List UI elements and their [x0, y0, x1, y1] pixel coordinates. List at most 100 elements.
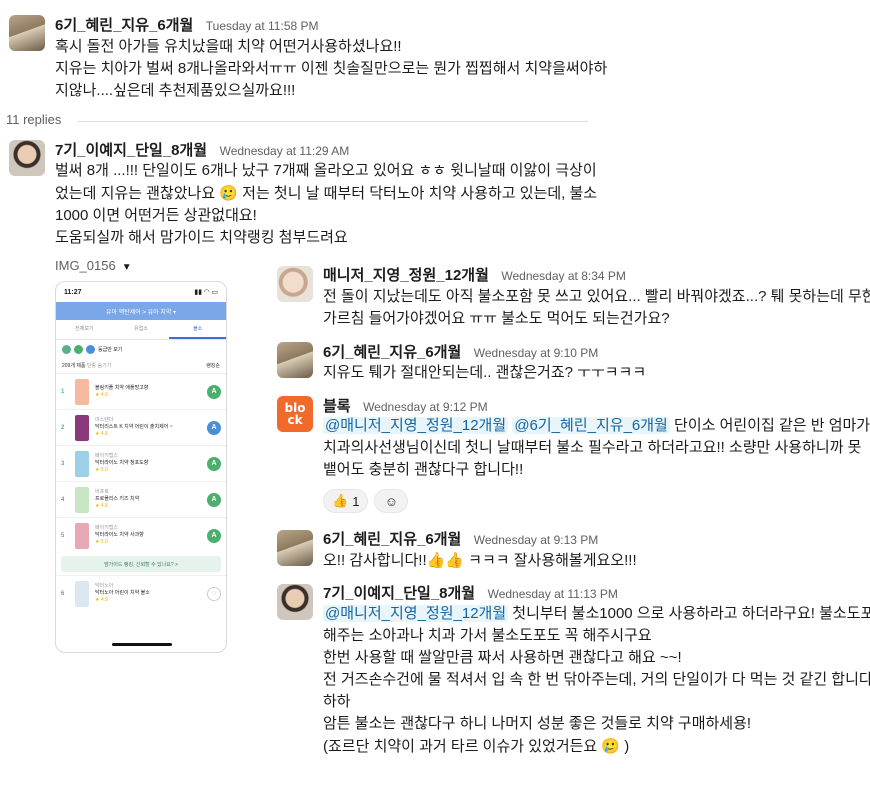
file-name[interactable]: IMG_0156 ▼ [55, 258, 132, 273]
grade-badge: A [207, 528, 221, 543]
message-line: 암튼 불소는 괜찮다구 하니 나머지 성분 좋은 것들로 치약 구매하세용! [323, 715, 752, 732]
phone-count-row: 209개 제품 단종 숨기기 랭킹순 [62, 363, 220, 369]
reactions: 👍 1 ☺ [323, 489, 409, 513]
thumbs-up-emoji: 👍 [332, 493, 349, 509]
author-name[interactable]: 7기_이예지_단일_8개월 [323, 585, 475, 602]
add-reaction-button[interactable]: ☺ [374, 489, 409, 513]
avatar[interactable] [9, 140, 45, 176]
replies-count[interactable]: 11 replies [6, 112, 61, 127]
message-header: 6기_혜린_지유_6개월 Wednesday at 9:13 PM [323, 528, 598, 549]
message-line: 었는데 지유는 괜찮았나요 🥲 저는 첫니 날 때부터 닥터노아 치약 사용하고… [55, 184, 598, 202]
grade-dot [62, 344, 71, 354]
message-text: @매니저_지영_정원_12개월 첫니부터 불소1000 으로 사용하라고 하더라… [323, 603, 870, 758]
logo-text: ck [287, 413, 303, 427]
message-line: 전 돌이 지났는데도 아직 불소포함 못 쓰고 있어요... 빨리 바꿔야겠죠.… [323, 288, 870, 305]
message-header: 7기_이예지_단일_8개월 Wednesday at 11:29 AM [55, 139, 349, 160]
phone-status-bar: 11:27 ▮▮ ◠ ▭ [56, 282, 226, 302]
message-line: 오!! 감사합니다!!👍👍 ㅋㅋㅋ 잘사용해볼게요오!!! [323, 551, 637, 569]
timestamp[interactable]: Wednesday at 11:13 PM [488, 587, 618, 601]
product-thumbnail [75, 580, 89, 607]
message-header: 6기_혜린_지유_6개월 Tuesday at 11:58 PM [55, 14, 319, 35]
timestamp[interactable]: Wednesday at 11:29 AM [220, 144, 350, 158]
grade-badge: A [207, 420, 221, 435]
phone-filter-label: 등급만 보기 [98, 346, 123, 353]
grade-badge: A [207, 384, 221, 399]
grade-dot [74, 344, 83, 354]
thumbs-up-emoji: 👍👍 [426, 551, 464, 569]
product-thumbnail [75, 486, 89, 513]
product-thumbnail [75, 414, 89, 441]
image-attachment[interactable]: 11:27 ▮▮ ◠ ▭ 유아 액탄제어 > 유아 치약 ▾ 전체보기 유럽소 … [55, 281, 227, 653]
mention[interactable]: @매니저_지영_정원_12개월 [323, 417, 509, 434]
reaction-count: 1 [352, 493, 360, 509]
phone-tab: 전체보기 [75, 326, 94, 332]
mention[interactable]: @매니저_지영_정원_12개월 [323, 605, 509, 622]
message-text: 혹시 돌전 아가들 유치났을때 치약 어떤거사용하셨나요!! 지유는 치아가 벌… [55, 36, 607, 102]
reaction-thumbs-up[interactable]: 👍 1 [323, 489, 369, 513]
product-thumbnail [75, 522, 89, 549]
message-line: @매니저_지영_정원_12개월 @6기_혜린_지유_6개월 단이소 어린이집 같… [323, 417, 870, 434]
phone-filter: 등급만 보기 [56, 340, 226, 358]
author-name[interactable]: 6기_혜린_지유_6개월 [323, 344, 461, 361]
message-text: 오!! 감사합니다!!👍👍 ㅋㅋㅋ 잘사용해볼게요오!!! [323, 549, 637, 572]
phone-tab: 불소 [169, 320, 226, 339]
add-reaction-icon: ☺ [384, 493, 399, 509]
message-line: 하하 [323, 693, 351, 710]
grade-dot [86, 344, 95, 354]
teary-smile-emoji: 🥲 [219, 184, 238, 202]
message-line: 뱉어도 충분히 괜찮다구 합니다!! [323, 461, 524, 478]
divider [78, 121, 588, 122]
phone-product-item: 6 닥터노아 닥터노아 어린이 치약 불소 ★ 4.9 ◌ [56, 575, 226, 611]
message-line: 치과의사선생님이신데 첫니 날때부터 불소 필수라고 하더라고요!! 소량만 사… [323, 439, 862, 456]
phone-tabs: 전체보기 유럽소 불소 [56, 320, 226, 340]
avatar[interactable] [277, 530, 313, 566]
message-line: 해주는 소아과나 치과 가서 불소도포도 꼭 해주시구요 [323, 627, 652, 644]
message-text: 전 돌이 지났는데도 아직 불소포함 못 쓰고 있어요... 빨리 바꿔야겠죠.… [323, 286, 870, 330]
grade-badge-icon: ◌ [207, 586, 221, 601]
avatar[interactable] [277, 342, 313, 378]
message-line: 1000 이면 어떤거든 상관없대요! [55, 207, 257, 224]
grade-badge: A [207, 492, 221, 507]
phone-product-item: 5 베이키랩스 닥터라이노 치약 사과향 ★ 5.0 A [56, 517, 226, 553]
phone-nav-title: 유아 액탄제어 > 유아 치약 ▾ [105, 309, 177, 316]
message-line: 지유는 치아가 벌써 8개나올라와서ㅠㅠ 이젠 칫솔질만으로는 뭔가 찝찝해서 … [55, 60, 608, 77]
message-text: 벌써 8개 ...!!! 단일이도 6개나 났구 7개째 올라오고 있어요 ㅎㅎ… [55, 160, 597, 249]
author-name[interactable]: 블록 [323, 398, 351, 415]
phone-product-item: 4 비프로 프로폴리스 키즈 치약 ★ 4.8 A [56, 481, 226, 517]
message-line: 도움되실까 해서 맘가이드 치약랭킹 첨부드려요 [55, 229, 348, 246]
author-name[interactable]: 매니저_지영_정원_12개월 [323, 267, 489, 284]
phone-product-item: 1 블링키플 치약 애플망고향 ★ 4.9 A [56, 373, 226, 409]
avatar[interactable] [9, 15, 45, 51]
signal-wifi-battery-icon: ▮▮ ◠ ▭ [194, 289, 218, 296]
message-text: @매니저_지영_정원_12개월 @6기_혜린_지유_6개월 단이소 어린이집 같… [323, 415, 870, 481]
message-line: 혹시 돌전 아가들 유치났을때 치약 어떤거사용하셨나요!! [55, 38, 402, 55]
phone-product-item: 3 베이키랩스 닥터라이노 치약 청포도향 ★ 5.0 A [56, 445, 226, 481]
avatar[interactable] [277, 266, 313, 302]
mention[interactable]: @6기_혜린_지유_6개월 [512, 417, 670, 434]
chevron-down-icon[interactable]: ▼ [122, 262, 132, 273]
home-indicator [112, 643, 172, 646]
author-name[interactable]: 6기_혜린_지유_6개월 [55, 17, 193, 34]
timestamp[interactable]: Tuesday at 11:58 PM [206, 19, 319, 33]
phone-tab: 유럽소 [134, 326, 148, 332]
timestamp[interactable]: Wednesday at 8:34 PM [501, 269, 626, 283]
avatar[interactable] [277, 584, 313, 620]
message-line: 한번 사용할 때 쌀알만큼 짜서 사용하면 괜찮다고 해요 ~~! [323, 649, 682, 666]
phone-product-list: 1 블링키플 치약 애플망고향 ★ 4.9 A 2 미스텐더 닥터리스트 K 치약 어린이 … [56, 373, 226, 553]
product-thumbnail [75, 450, 89, 477]
message-line: 지유도 퉤가 절대안되는데.. 괜찮은거죠? ㅜㅜㅋㅋㅋ [323, 364, 647, 381]
timestamp[interactable]: Wednesday at 9:10 PM [474, 346, 599, 360]
phone-nav-bar: 유아 액탄제어 > 유아 치약 ▾ [56, 302, 226, 320]
message-line: @매니저_지영_정원_12개월 첫니부터 불소1000 으로 사용하라고 하더라… [323, 605, 870, 622]
author-name[interactable]: 7기_이예지_단일_8개월 [55, 142, 207, 159]
message-line: (죠르단 치약이 과거 타르 이슈가 있었거든요 🥲 ) [323, 737, 630, 755]
message-header: 블록 Wednesday at 9:12 PM [323, 395, 488, 416]
message-header: 6기_혜린_지유_6개월 Wednesday at 9:10 PM [323, 341, 598, 362]
avatar[interactable]: blo ck [277, 396, 313, 432]
product-thumbnail [75, 378, 89, 405]
message-header: 7기_이예지_단일_8개월 Wednesday at 11:13 PM [323, 582, 618, 603]
timestamp[interactable]: Wednesday at 9:12 PM [363, 400, 488, 414]
timestamp[interactable]: Wednesday at 9:13 PM [474, 533, 599, 547]
author-name[interactable]: 6기_혜린_지유_6개월 [323, 531, 461, 548]
phone-clock: 11:27 [64, 288, 82, 296]
